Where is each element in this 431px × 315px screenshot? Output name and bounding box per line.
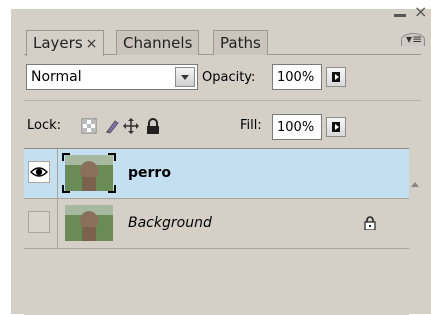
panel-menu-icon: ▾≡ <box>406 32 423 46</box>
lock-label: Lock: <box>27 118 62 133</box>
tab-paths-label: Paths <box>220 34 261 52</box>
fill-value: 100% <box>277 120 315 135</box>
eye-icon <box>30 167 48 177</box>
tab-channels[interactable]: Channels <box>116 30 200 55</box>
opacity-slider-button[interactable] <box>326 67 346 87</box>
tab-channels-label: Channels <box>123 34 193 52</box>
lock-position-icon[interactable] <box>123 118 139 134</box>
fill-field[interactable]: 100% <box>272 114 322 140</box>
layer-thumbnail[interactable] <box>62 153 116 193</box>
visibility-cell <box>24 199 58 248</box>
visibility-toggle[interactable] <box>28 161 50 183</box>
scroll-up-icon[interactable] <box>411 182 419 187</box>
tab-close-icon[interactable]: × <box>86 36 98 52</box>
minimize-button[interactable] <box>394 14 406 17</box>
fill-label: Fill: <box>240 118 262 133</box>
visibility-toggle[interactable] <box>28 211 50 233</box>
blend-mode-value: Normal <box>31 69 82 85</box>
tab-paths[interactable]: Paths <box>213 30 268 55</box>
tab-layers[interactable]: Layers × <box>26 30 105 56</box>
visibility-cell <box>24 149 58 198</box>
opacity-label: Opacity: <box>202 70 256 85</box>
layer-name: Background <box>128 215 212 231</box>
fill-slider-button[interactable] <box>326 117 346 137</box>
layer-name: perro <box>128 165 171 181</box>
lock-all-icon[interactable] <box>145 118 161 134</box>
layers-scrollbar[interactable] <box>409 148 421 314</box>
layers-list: perro Background <box>24 148 409 315</box>
layer-row-perro[interactable]: perro <box>24 149 409 199</box>
blend-mode-dropdown-button[interactable] <box>175 67 195 87</box>
layer-lock-icon <box>364 216 376 230</box>
divider <box>24 100 421 101</box>
lock-transparency-icon[interactable] <box>81 118 97 134</box>
opacity-value: 100% <box>277 70 315 85</box>
chevron-down-icon <box>181 75 189 80</box>
close-panel-button[interactable]: × <box>414 4 427 20</box>
tab-layers-label: Layers <box>33 34 83 52</box>
layer-thumbnail[interactable] <box>62 203 116 243</box>
opacity-field[interactable]: 100% <box>272 64 322 90</box>
layer-row-background[interactable]: Background <box>24 199 409 249</box>
lock-image-pixels-icon[interactable] <box>104 118 120 134</box>
blend-mode-select[interactable]: Normal <box>26 64 198 90</box>
